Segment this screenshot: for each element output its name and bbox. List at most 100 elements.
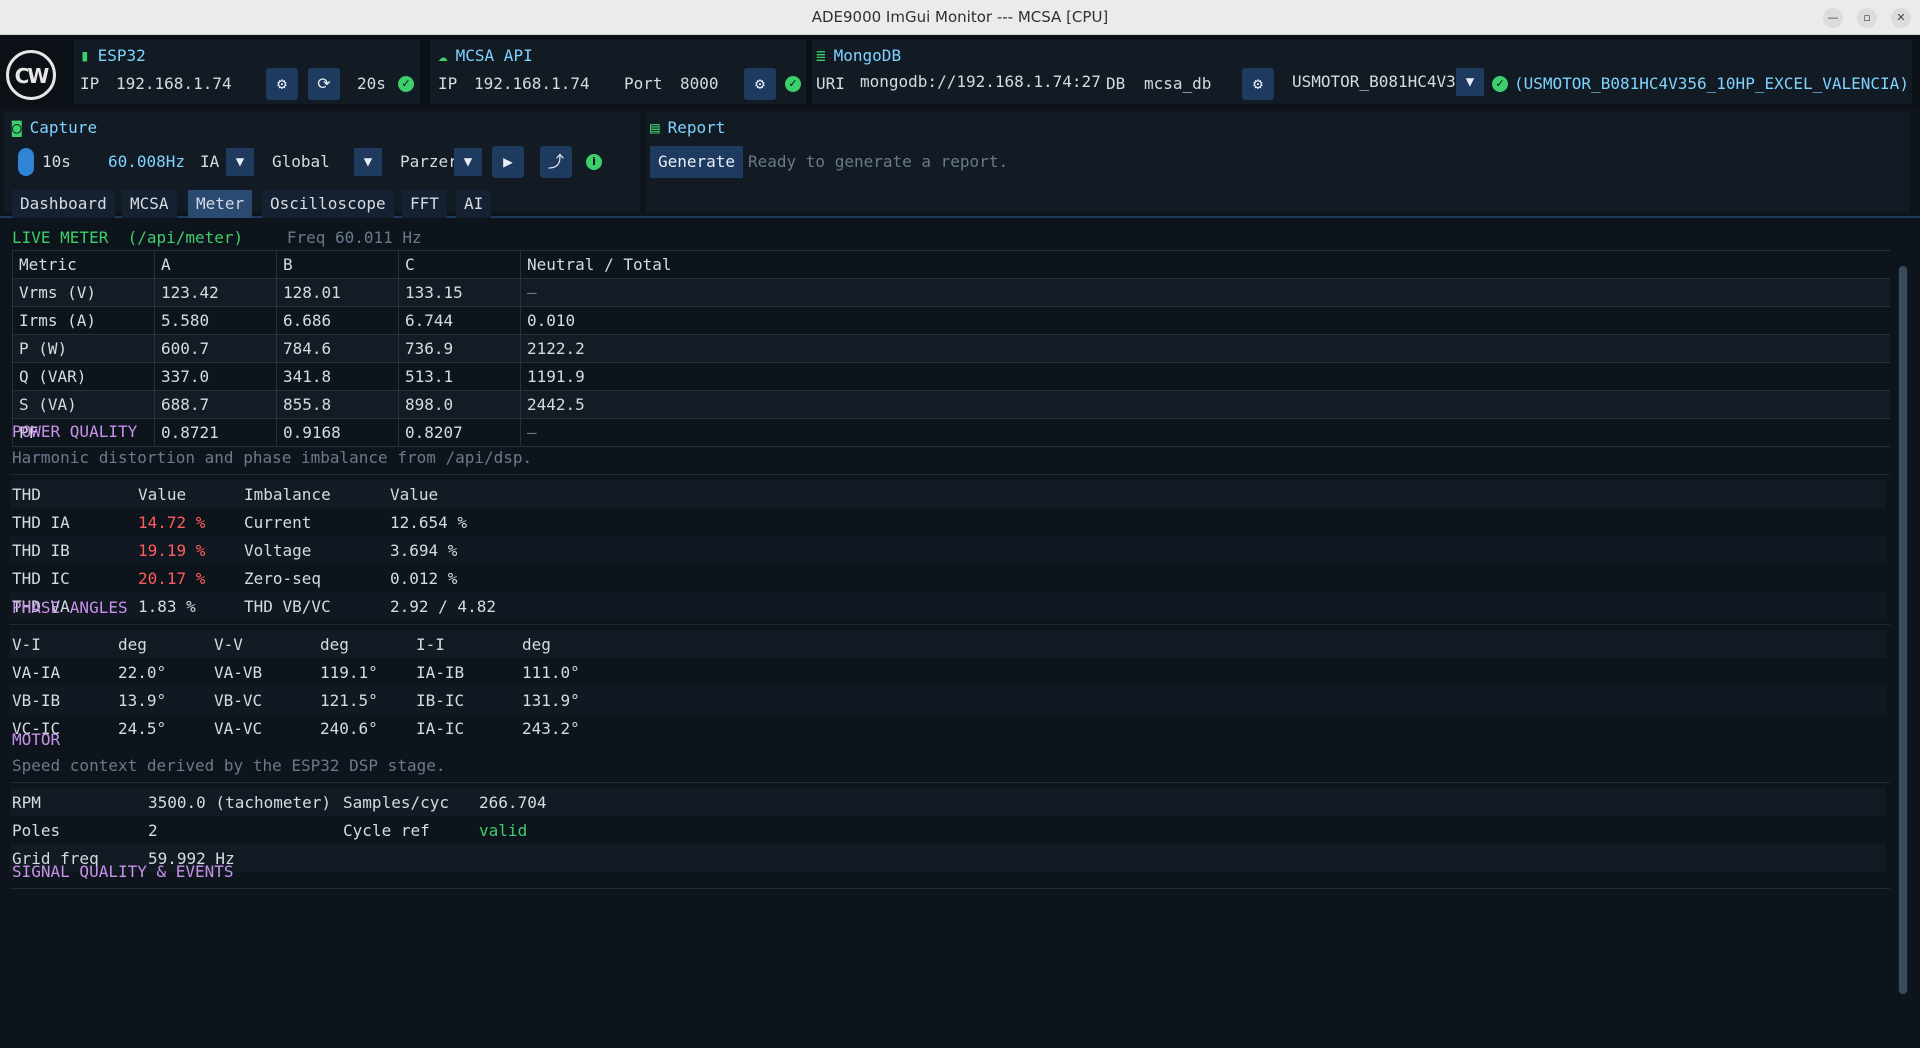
esp32-settings-button[interactable]: ⚙: [266, 68, 298, 100]
table-row: Grid freq 59.992 Hz: [10, 844, 1886, 872]
window-titlebar: ADE9000 ImGui Monitor --- MCSA [CPU] — ▫…: [0, 0, 1920, 35]
esp32-panel: ▮ ESP32 IP 192.168.1.74 ⚙ ⟳ 20s ✓: [74, 40, 420, 104]
mongodb-db-field[interactable]: mcsa_db: [1144, 74, 1211, 93]
mcsa-api-panel: ☁ MCSA API IP 192.168.1.74 Port 8000 ⚙ ✓: [430, 40, 806, 104]
table-header-row: THD Value Imbalance Value: [10, 480, 1886, 508]
duration-slider[interactable]: [18, 148, 34, 176]
table-row: VC-IC 24.5° VA-VC 240.6° IA-IC 243.2°: [12, 718, 580, 738]
table-row: Poles 2 Cycle ref valid: [12, 820, 528, 840]
scope-select[interactable]: Global: [272, 152, 330, 171]
motor-table: RPM 3500.0 (tachometer) Samples/cyc 266.…: [10, 788, 1886, 872]
report-title: ▤ Report: [650, 118, 726, 137]
generate-report-button[interactable]: Generate: [650, 146, 744, 178]
power-quality-subtitle: Harmonic distortion and phase imbalance …: [12, 448, 533, 467]
motor-title: MOTOR: [12, 730, 61, 749]
esp32-refresh-button[interactable]: ⟳: [308, 68, 340, 100]
mongodb-panel: ≣MongoDB URI mongodb://192.168.1.74:2701…: [812, 40, 1912, 104]
check-icon: ✓: [1492, 76, 1508, 92]
connection-header: CW ▮ ESP32 IP 192.168.1.74 ⚙ ⟳ 20s ✓ ☁ MCS…: [0, 36, 1920, 108]
table-row: PF 0.8721 0.9168 0.8207—: [12, 418, 1890, 447]
table-row: P (W) 600.7 784.6 736.9 2122.2: [12, 334, 1890, 363]
table-row: THD IB 19.19 % Voltage 3.694 %: [10, 536, 1886, 564]
phase-angles-title: PHASE ANGLES: [12, 598, 128, 617]
capture-title: ◙ Capture: [12, 118, 98, 137]
table-row: THD IC 20.17 % Zero-seq 0.012 %: [12, 568, 458, 588]
tab-mcsa[interactable]: MCSA: [122, 190, 177, 218]
divider: [10, 782, 1890, 783]
check-icon: ✓: [785, 76, 801, 92]
database-icon: ≣: [816, 46, 826, 65]
mongodb-uri-label: URI: [816, 74, 845, 93]
motor-subtitle: Speed context derived by the ESP32 DSP s…: [12, 756, 446, 775]
mongodb-title: ≣ MongoDB: [816, 46, 902, 65]
gear-icon: ⚙: [1253, 74, 1263, 93]
chevron-down-icon[interactable]: ▼: [1456, 68, 1484, 96]
capture-freq: 60.008Hz: [108, 152, 186, 171]
power-quality-table: THD Value Imbalance Value THD IA 14.72 % C…: [10, 480, 1886, 620]
mcsa-port-field[interactable]: 8000: [680, 74, 719, 93]
app-logo: CW: [6, 50, 56, 100]
chevron-down-icon[interactable]: ▼: [354, 148, 382, 176]
mcsa-ip-label: IP: [438, 74, 458, 93]
live-meter-title: LIVE METER (/api/meter) Freq 60.011 Hz: [12, 228, 422, 247]
tab-ai[interactable]: AI: [456, 190, 492, 218]
table-row: Q (VAR) 337.0 341.8 513.1 1191.9: [12, 362, 1890, 391]
chip-icon: ▮: [80, 46, 90, 65]
table-row: VB-IB 13.9° VB-VC 121.5° IB-IC 131.9°: [10, 686, 1886, 714]
gear-icon: ⚙: [277, 74, 287, 93]
chart-button[interactable]: ⤴: [540, 146, 572, 178]
esp32-title: ▮ ESP32: [80, 46, 146, 65]
window-title: ADE9000 ImGui Monitor --- MCSA [CPU]: [811, 8, 1109, 26]
table-header-row: V-I deg V-V deg I-I deg: [10, 630, 1886, 658]
table-row: VA-IA 22.0° VA-VB 119.1° IA-IB 111.0°: [12, 662, 580, 682]
divider: [10, 624, 1890, 625]
mcsa-api-title: ☁ MCSA API: [438, 46, 533, 65]
check-icon: ✓: [398, 76, 414, 92]
motor-status: (USMOTOR_B081HC4V356_10HP_EXCEL_VALENCIA…: [1514, 74, 1909, 93]
minimize-button[interactable]: —: [1823, 8, 1843, 28]
maximize-button[interactable]: ▫: [1857, 8, 1877, 28]
table-row: S (VA) 688.7 855.8 898.0 2442.5: [12, 390, 1890, 419]
content-scrollbar[interactable]: [1898, 266, 1908, 994]
main-tabs: Dashboard MCSA Meter Oscilloscope FFT AI: [0, 188, 1920, 218]
refresh-icon: ⟳: [317, 74, 331, 93]
close-button[interactable]: ✕: [1891, 8, 1911, 28]
parser-select[interactable]: Parzer: [400, 152, 458, 171]
table-row: Vrms (V) 123.42 128.01 133.15—: [12, 278, 1890, 307]
gear-icon: ⚙: [755, 74, 765, 93]
chart-icon: ⤴: [547, 152, 564, 171]
chevron-down-icon[interactable]: ▼: [454, 148, 482, 176]
scrollbar-thumb[interactable]: [1899, 266, 1907, 994]
mcsa-port-label: Port: [624, 74, 663, 93]
table-row: THD VA 1.83 % THD VB/VC 2.92 / 4.82: [10, 592, 1886, 620]
esp32-interval[interactable]: 20s: [357, 74, 386, 93]
report-status: Ready to generate a report.: [748, 152, 1009, 171]
divider: [10, 474, 1890, 475]
play-icon: ▶: [503, 152, 513, 171]
mcsa-ip-field[interactable]: 192.168.1.74: [474, 74, 590, 93]
channel-select[interactable]: IA: [200, 152, 219, 171]
signal-quality-title: SIGNAL QUALITY & EVENTS: [12, 862, 234, 881]
divider: [10, 888, 1890, 889]
table-header-row: Metric A B C Neutral / Total: [12, 250, 1890, 279]
mcsa-settings-button[interactable]: ⚙: [744, 68, 776, 100]
chevron-down-icon[interactable]: ▼: [226, 148, 254, 176]
mongodb-uri-field[interactable]: mongodb://192.168.1.74:27017: [860, 68, 1102, 96]
info-icon[interactable]: i: [586, 154, 602, 170]
tab-dashboard[interactable]: Dashboard: [12, 190, 115, 218]
table-row: THD IA 14.72 % Current 12.654 %: [12, 512, 468, 532]
meter-freq: Freq 60.011 Hz: [286, 228, 422, 247]
motor-select[interactable]: USMOTOR_B081HC4V356_10HP_EXCEL_VALENCIA: [1292, 68, 1456, 96]
esp32-ip-field[interactable]: 192.168.1.74: [116, 74, 232, 93]
tab-oscilloscope[interactable]: Oscilloscope: [262, 190, 394, 218]
phase-angles-table: V-I deg V-V deg I-I deg VA-IA 22.0° VA-VB 1…: [10, 630, 1886, 742]
play-button[interactable]: ▶: [492, 146, 524, 178]
power-quality-title: POWER QUALITY: [12, 422, 138, 441]
mongodb-settings-button[interactable]: ⚙: [1242, 68, 1274, 100]
tab-meter[interactable]: Meter: [188, 190, 253, 218]
app-root: CW ▮ ESP32 IP 192.168.1.74 ⚙ ⟳ 20s ✓ ☁ MCS…: [0, 36, 1920, 1048]
camera-icon: ◙: [12, 118, 22, 137]
tab-fft[interactable]: FFT: [402, 190, 447, 218]
live-meter-table: Metric A B C Neutral / Total Vrms (V) 123…: [12, 250, 1890, 447]
table-row: Irms (A) 5.580 6.686 6.744 0.010: [12, 306, 1890, 335]
